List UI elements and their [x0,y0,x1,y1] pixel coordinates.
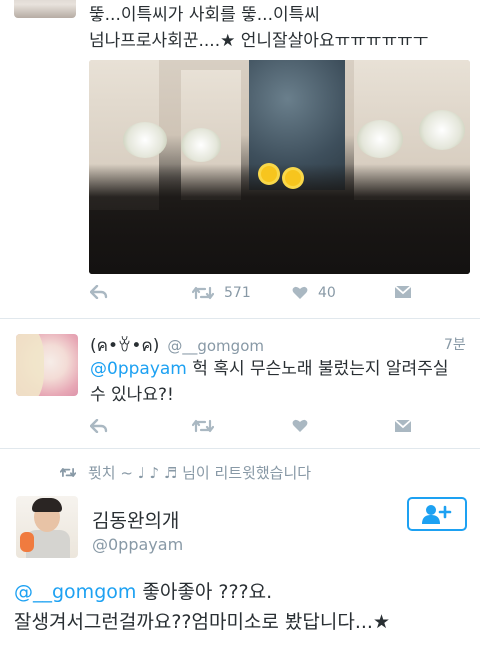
like-count: 40 [318,285,336,301]
reply-header: (ค•ꈊ•ค) @__gomgom [90,332,264,359]
retweet-icon [60,467,76,478]
tweet-text-line: @__gomgom 좋아좋아 ???요. [14,578,272,607]
retweet-context: 퓟치 ~ ♩ ♪ ♬ 님이 리트윗했습니다 [60,462,311,483]
message-button[interactable] [394,285,412,299]
divider [0,448,480,449]
tweet-actions: 571 40 [0,282,480,310]
tweet-actions [0,416,480,442]
display-name[interactable]: 김동완의개 [92,506,179,533]
follow-button[interactable] [407,497,467,531]
reply-button[interactable] [90,419,108,433]
avatar[interactable] [14,0,76,18]
reply-text-line: @0ppayam 헉 혹시 무슨노래 불렀는지 알려주실 [90,356,448,382]
retweet-icon [192,419,214,433]
retweet-context-text[interactable]: 퓟치 ~ ♩ ♪ ♬ 님이 리트윗했습니다 [88,462,311,483]
like-button[interactable] [292,419,308,433]
reply-icon [90,419,108,433]
avatar[interactable] [16,334,78,396]
display-name[interactable]: (ค•ꈊ•ค) [90,332,159,359]
envelope-icon [394,285,412,298]
tweet-text-line: 뚷...이특씨가 사회를 뚷...이특씨 [89,5,320,25]
mention-link[interactable]: @0ppayam [90,359,187,379]
tweet-photo[interactable] [89,60,470,274]
reply-text: 헉 혹시 무슨노래 불렀는지 알려주실 [186,359,449,379]
tweet-timestamp: 7분 [444,337,466,353]
tweet-text: 좋아좋아 ???요. [136,581,273,603]
avatar[interactable] [16,496,78,558]
divider [0,318,480,319]
tweet-text-line: 넘나프로사회꾼....★ 언니잘살아요ㅠㅠㅠㅠㅠㅜ [89,31,429,51]
reply-text-line: 수 있나요?! [90,385,174,405]
retweet-icon [192,286,214,300]
reply-button[interactable] [90,285,108,299]
retweet-button[interactable]: 571 [192,285,251,301]
retweet-button[interactable] [192,419,214,433]
heart-icon [292,286,308,299]
user-handle[interactable]: @0ppayam [92,535,183,554]
retweet-count: 571 [224,285,251,301]
like-button[interactable]: 40 [292,285,336,301]
reply-icon [90,285,108,299]
mention-link[interactable]: @__gomgom [14,581,136,603]
add-user-icon [422,505,452,524]
message-button[interactable] [394,419,412,433]
envelope-icon [394,419,412,432]
heart-icon [292,419,308,432]
tweet-text-line: 잘생겨서그런걸까요??엄마미소로 봤답니다...★ [14,611,391,633]
user-handle[interactable]: @__gomgom [167,337,264,355]
